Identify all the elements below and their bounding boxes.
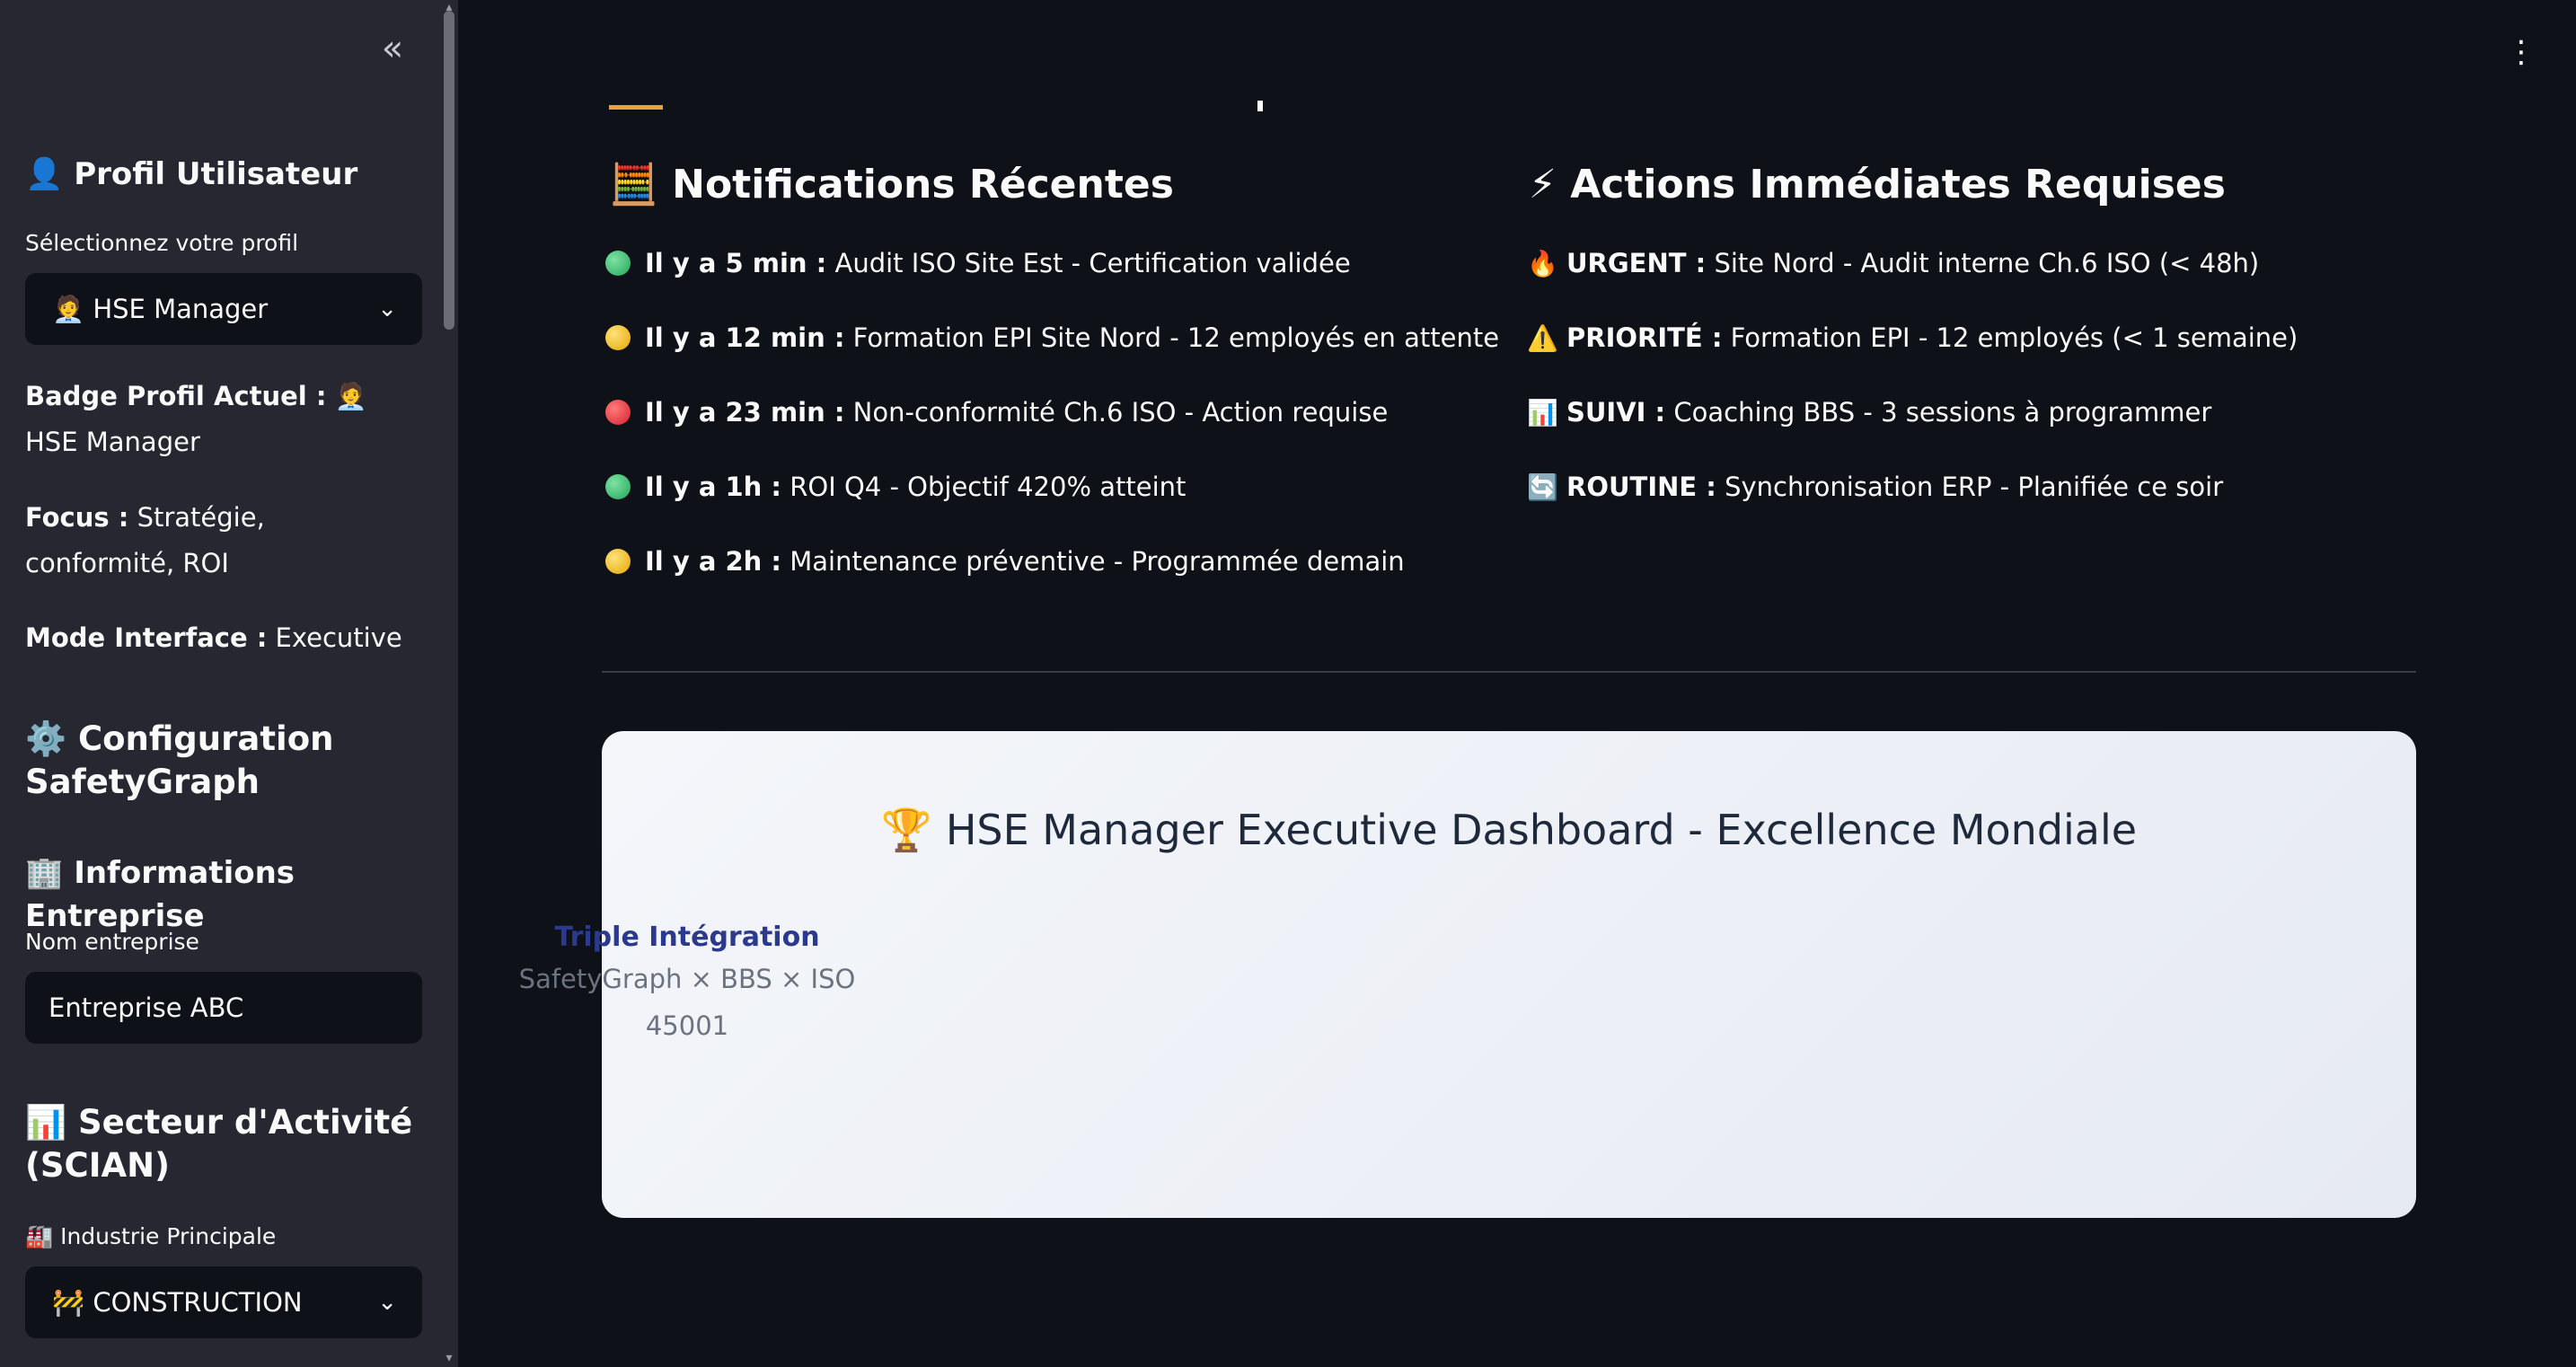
cut-off-heading-decoration — [609, 99, 663, 110]
notification-item: Il y a 2h : Maintenance préventive - Pro… — [605, 542, 1405, 581]
company-name-input[interactable]: Entreprise ABC — [25, 972, 422, 1044]
profile-select[interactable]: 🧑‍💼 HSE Manager ⌄ — [25, 273, 422, 345]
lightning-icon: ⚡ — [1529, 162, 1557, 207]
scroll-up-arrow-icon[interactable]: ▴ — [443, 1, 455, 13]
notification-item: Il y a 23 min : Non-conformité Ch.6 ISO … — [605, 392, 1388, 432]
section-divider — [602, 671, 2416, 673]
action-item: ⚠️ PRIORITÉ : Formation EPI - 12 employés… — [1527, 318, 2298, 358]
user-icon: 👤 — [25, 156, 64, 192]
company-section-heading: 🏢 Informations Entreprise — [25, 855, 296, 934]
notification-item: Il y a 12 min : Formation EPI Site Nord … — [605, 318, 1499, 357]
bar-chart-icon: 📊 — [25, 1103, 67, 1142]
green-status-icon — [605, 474, 631, 499]
fire-icon: 🔥 — [1527, 249, 1558, 278]
office-building-icon: 🏢 — [25, 855, 64, 891]
notifications-heading: 🧮 Notifications Récentes — [609, 162, 1174, 207]
sidebar-scrollbar-thumb[interactable] — [444, 11, 454, 330]
notification-item: Il y a 1h : ROI Q4 - Objectif 420% attei… — [605, 467, 1186, 507]
industry-select-label: 🏭 Industrie Principale — [25, 1223, 277, 1249]
kebab-menu-icon: ⋮ — [2506, 34, 2536, 70]
sidebar: « 👤 Profil Utilisateur Sélectionnez votr… — [0, 0, 458, 1367]
cut-off-heading-fragment — [1257, 101, 1263, 111]
warning-icon: ⚠️ — [1527, 323, 1558, 353]
focus-text: Focus : Stratégie, conformité, ROI — [25, 502, 265, 578]
mode-interface-text: Mode Interface : Executive — [25, 622, 402, 653]
green-status-icon — [605, 251, 631, 276]
red-status-icon — [605, 400, 631, 425]
trophy-icon: 🏆 — [880, 806, 933, 854]
chevron-down-icon: ⌄ — [377, 295, 397, 322]
metric-triple-integration: Triple Intégration SafetyGraph × BBS × I… — [518, 922, 856, 1041]
bar-chart-icon: 📊 — [1527, 398, 1558, 428]
sector-section-heading: 📊 Secteur d'Activité (SCIAN) — [25, 1103, 413, 1185]
action-item: 🔥 URGENT : Site Nord - Audit interne Ch.6… — [1527, 243, 2259, 284]
action-item: 🔄 ROUTINE : Synchronisation ERP - Planifi… — [1527, 467, 2223, 507]
profile-section-heading: 👤 Profil Utilisateur — [25, 156, 358, 192]
gear-icon: ⚙️ — [25, 719, 67, 758]
dashboard-card-title: 🏆 HSE Manager Executive Dashboard - Exce… — [880, 806, 2138, 854]
abacus-icon: 🧮 — [609, 162, 658, 207]
scroll-down-arrow-icon[interactable]: ▾ — [443, 1352, 455, 1364]
actions-heading: ⚡ Actions Immédiates Requises — [1529, 162, 2226, 207]
badge-profile-text: Badge Profil Actuel : 🧑‍💼 HSE Manager — [25, 381, 367, 457]
industry-select[interactable]: 🚧 CONSTRUCTION ⌄ — [25, 1266, 422, 1338]
notification-item: Il y a 5 min : Audit ISO Site Est - Cert… — [605, 243, 1351, 283]
action-item: 📊 SUIVI : Coaching BBS - 3 sessions à pro… — [1527, 392, 2211, 433]
refresh-icon: 🔄 — [1527, 472, 1558, 502]
app-root: « 👤 Profil Utilisateur Sélectionnez votr… — [0, 0, 2576, 1367]
profile-select-label: Sélectionnez votre profil — [25, 230, 299, 256]
config-section-heading: ⚙️ Configuration SafetyGraph — [25, 719, 334, 801]
double-chevron-left-icon: « — [381, 28, 404, 69]
chevron-down-icon: ⌄ — [377, 1289, 397, 1316]
executive-dashboard-card: 🏆 HSE Manager Executive Dashboard - Exce… — [519, 731, 2416, 1218]
yellow-status-icon — [605, 549, 631, 574]
yellow-status-icon — [605, 325, 631, 350]
company-name-label: Nom entreprise — [25, 929, 199, 955]
main-menu-button[interactable]: ⋮ — [2506, 34, 2536, 70]
collapse-sidebar-button[interactable]: « — [373, 31, 412, 70]
